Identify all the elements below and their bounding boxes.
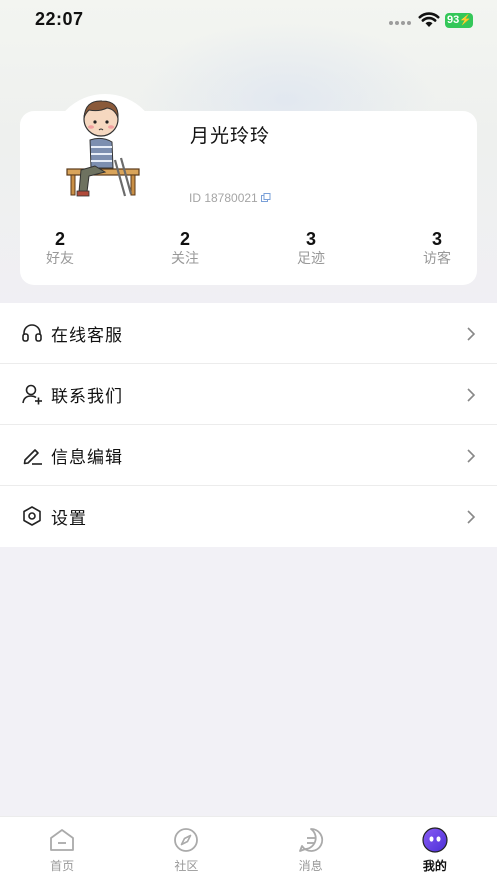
status-bar: 22:07 93⚡: [0, 0, 497, 44]
tab-label: 我的: [422, 859, 447, 873]
chevron-right-icon: [467, 327, 476, 341]
menu-list: 在线客服 联系我们 信息编辑 设置: [0, 303, 497, 547]
stat-following[interactable]: 2 关注: [145, 228, 225, 268]
username: 月光玲玲: [190, 125, 271, 147]
chevron-right-icon: [467, 449, 476, 463]
tab-community[interactable]: 社区: [124, 817, 248, 884]
user-id-text: ID 18780021: [189, 191, 258, 205]
status-time: 22:07: [35, 9, 84, 29]
stat-label: 关注: [171, 251, 199, 267]
stat-value: 2: [54, 229, 65, 249]
profile-face-icon: [422, 827, 448, 853]
tab-label: 社区: [174, 859, 199, 873]
edit-icon: [23, 449, 42, 465]
stat-value: 3: [431, 229, 442, 249]
signal-icon: [389, 21, 411, 25]
compass-icon: [174, 828, 199, 852]
menu-item-settings[interactable]: 设置: [0, 486, 497, 547]
tab-messages[interactable]: 消息: [249, 817, 373, 884]
copy-icon[interactable]: [260, 193, 271, 203]
menu-item-label: 联系我们: [51, 387, 123, 407]
menu-item-customer-service[interactable]: 在线客服: [0, 303, 497, 364]
tab-bar: 首页 社区 消息 我的: [0, 816, 497, 884]
battery-icon: 93⚡: [445, 13, 473, 28]
stat-label: 足迹: [297, 251, 325, 267]
settings-icon: [23, 506, 41, 526]
menu-item-edit-info[interactable]: 信息编辑: [0, 425, 497, 486]
stat-visitors[interactable]: 3 访客: [397, 228, 477, 268]
menu-item-label: 在线客服: [51, 326, 123, 346]
tab-label: 消息: [298, 859, 323, 873]
menu-item-label: 信息编辑: [51, 448, 123, 468]
chevron-right-icon: [467, 388, 476, 402]
stat-friends[interactable]: 2 好友: [20, 228, 100, 268]
stat-value: 2: [179, 229, 190, 249]
user-id[interactable]: ID 18780021: [189, 191, 271, 205]
menu-item-label: 设置: [51, 509, 87, 529]
headset-icon: [22, 324, 42, 342]
user-add-icon: [22, 384, 42, 405]
menu-item-contact-us[interactable]: 联系我们: [0, 364, 497, 425]
stat-value: 3: [305, 229, 316, 249]
tab-mine[interactable]: 我的: [373, 817, 497, 884]
message-icon: [298, 828, 323, 852]
home-icon: [50, 829, 75, 851]
tab-home[interactable]: 首页: [0, 817, 124, 884]
tab-label: 首页: [50, 859, 75, 873]
stat-footprints[interactable]: 3 足迹: [271, 228, 351, 268]
stat-label: 访客: [423, 251, 451, 267]
stat-label: 好友: [46, 251, 74, 267]
avatar[interactable]: [55, 92, 155, 202]
wifi-icon: [418, 12, 440, 27]
battery-level: 93: [447, 14, 460, 26]
chevron-right-icon: [467, 510, 476, 524]
